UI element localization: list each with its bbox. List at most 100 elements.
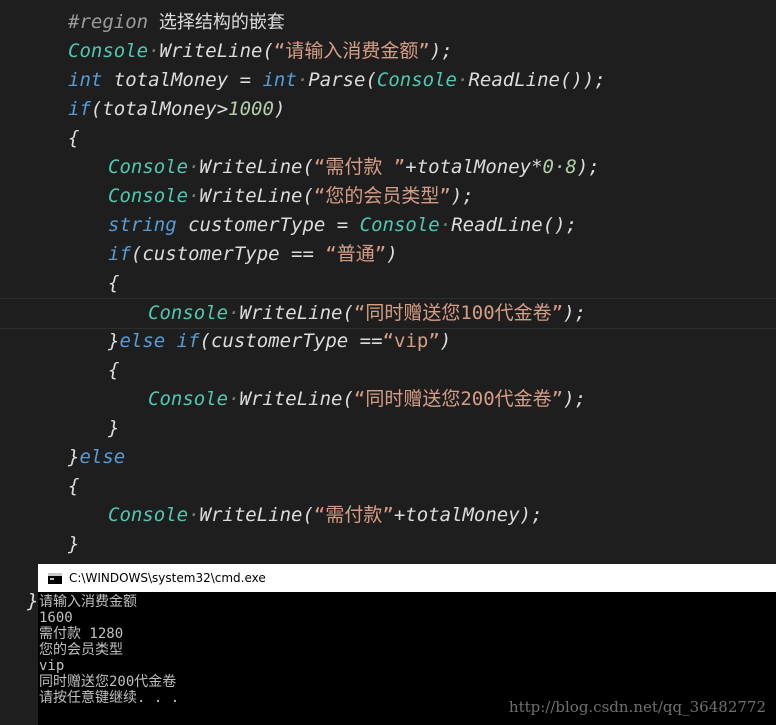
code-token: WriteLine( [199,156,314,178]
code-token: “vip” [382,330,440,352]
cmd-output-line: 您的会员类型 [39,642,123,658]
code-token: if [68,98,91,120]
code-token: 1000 [228,98,274,120]
code-token: } [68,533,80,555]
code-token: · [188,156,200,178]
code-line: Console·WriteLine(“您的会员类型”); [108,182,474,211]
code-closing-brace: } [27,590,39,612]
code-token: Console [359,214,440,236]
code-token: ); [429,40,453,62]
code-token: +totalMoney* [405,156,543,178]
code-token: #region [68,11,149,33]
code-token: ); [563,302,587,324]
code-token: ); [563,388,587,410]
code-line: Console·WriteLine(“同时赠送您200代金卷”); [148,385,586,414]
code-token: Console [108,504,189,526]
code-token: WriteLine( [159,40,274,62]
code-token: ) [439,330,452,352]
cmd-title: C:\WINDOWS\system32\cmd.exe [69,571,266,585]
code-line: Console·WriteLine(“需付款 ”+totalMoney*0·8)… [108,153,600,182]
code-line: }else if(customerType ==“vip”) [108,327,451,356]
code-token: if [108,243,131,265]
code-token: ) [273,98,286,120]
code-line: { [108,356,119,385]
cmd-output: 请输入消费金额 1600 需付款 1280 您的会员类型 vip 同时赠送您200代金卷请… [39,594,179,706]
code-token: Console [108,185,189,207]
watermark: http://blog.csdn.net/qq_36482772 [508,698,766,716]
code-line: #region 选择结构的嵌套 [68,8,285,37]
code-token: (totalMoney> [90,98,229,120]
code-token: 选择结构的嵌套 [148,12,285,33]
code-token: else if [119,330,200,352]
cmd-output-line: vip [39,658,65,674]
code-token: Console [376,69,457,91]
code-token: ReadLine(); [451,214,578,236]
code-token: WriteLine( [239,388,354,410]
cmd-output-line: 请输入消费金额 [39,594,137,610]
code-token: (customerType == [199,330,383,352]
terminal-icon [48,572,62,584]
code-token: ) [386,243,398,265]
code-line: Console·WriteLine(“请输入消费金额”); [68,37,453,66]
code-token: { [108,359,120,381]
code-token: ); [450,185,474,207]
cmd-output-line: 1600 [39,610,73,626]
code-token: int [68,69,103,91]
code-line: Console·WriteLine(“需付款”+totalMoney); [108,501,543,530]
code-token: · [188,185,200,207]
code-token: “同时赠送您200代金卷” [353,388,564,410]
cmd-output-line: 需付款 1280 [39,626,124,642]
code-token: Console [148,302,229,324]
code-line: if(totalMoney>1000) [68,95,285,124]
code-token: WriteLine( [199,504,314,526]
code-line: if(customerType == “普通”) [108,240,398,269]
code-token: Console [148,388,229,410]
code-token: { [68,475,80,497]
code-line: }else [68,443,125,472]
code-token: · [439,214,452,236]
code-token: Console [108,156,189,178]
code-token: · [148,40,160,62]
code-line: int totalMoney = int·Parse(Console·ReadL… [68,66,606,95]
code-line: } [108,414,119,443]
code-line: { [68,124,79,153]
code-token: } [68,446,80,468]
code-token: ReadLine()); [468,69,606,91]
code-token: ); [576,156,600,178]
code-token: WriteLine( [199,185,314,207]
code-line: { [108,269,119,298]
code-token: WriteLine( [239,302,354,324]
code-token: else [79,446,126,468]
code-token: int [262,69,297,91]
code-token: · [188,504,200,526]
code-token: · [296,69,309,91]
code-token: } [108,330,120,352]
code-token: 0·8 [542,156,577,178]
cmd-output-line: 同时赠送您200代金卷 [39,674,177,690]
code-token: totalMoney = [102,69,263,91]
code-token: Console [68,40,149,62]
code-token: “同时赠送您100代金卷” [353,302,564,324]
code-token: · [228,302,240,324]
code-token: · [228,388,240,410]
code-token: “您的会员类型” [313,185,451,207]
code-editor[interactable]: #region 选择结构的嵌套 Console·WriteLine(“请输入消费金… [0,0,776,566]
code-token: “需付款” [313,504,394,526]
code-token: “需付款 ” [313,156,406,178]
cmd-output-line: 请按任意键继续. . . [39,690,180,706]
code-token: “请输入消费金额” [273,40,430,62]
code-token: +totalMoney); [393,504,543,526]
code-line: } [68,530,79,559]
code-token: { [108,272,120,294]
code-line: { [68,472,79,501]
code-token: string [108,214,177,236]
code-token: } [108,417,120,439]
code-token: · [456,69,469,91]
code-token: “普通” [325,243,387,265]
code-token: { [68,127,80,149]
code-token: customerType = [176,214,360,236]
cmd-titlebar[interactable]: C:\WINDOWS\system32\cmd.exe [38,564,776,592]
code-line: string customerType = Console·ReadLine()… [108,211,577,240]
code-line: Console·WriteLine(“同时赠送您100代金卷”); [0,298,776,329]
code-token: (customerType == [130,243,326,265]
